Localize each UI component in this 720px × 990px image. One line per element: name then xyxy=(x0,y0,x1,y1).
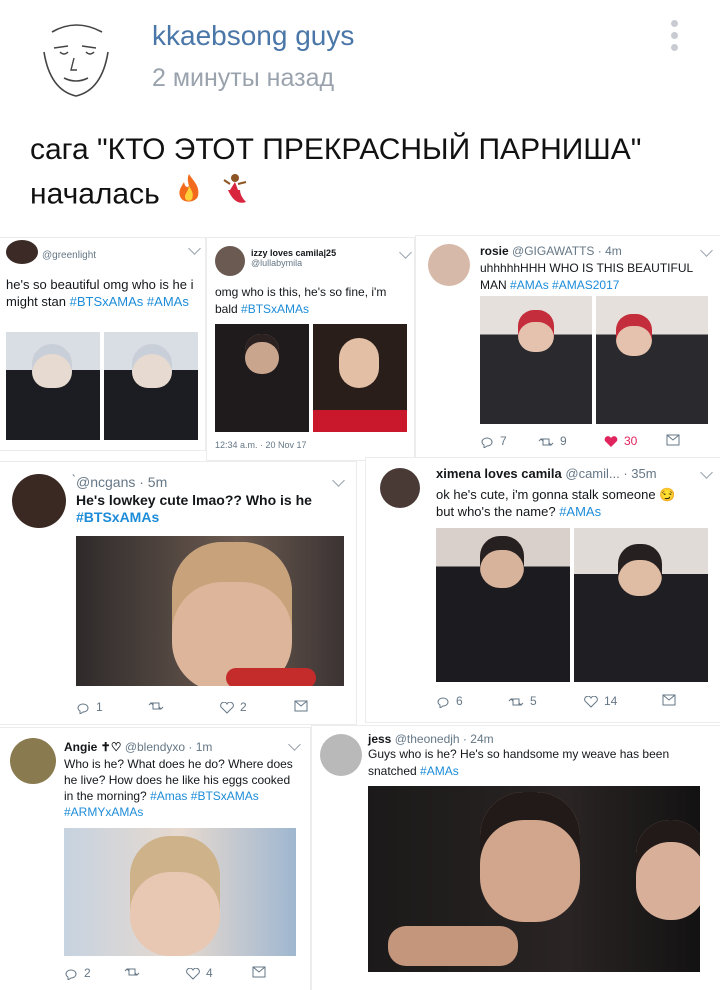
avatar[interactable] xyxy=(428,244,470,286)
tweet-photo[interactable] xyxy=(480,296,592,424)
tweet-card[interactable]: rosie @GIGAWATTS · 4m uhhhhhHHH WHO IS T… xyxy=(416,236,720,458)
tweet-card[interactable]: Angie ✝♡ @blendyxo · 1m Who is he? What … xyxy=(0,728,310,990)
tweet-photo[interactable] xyxy=(574,528,708,682)
tweet-author[interactable]: ximena loves camila xyxy=(436,466,562,481)
tweet-text: Guys who is he? He's so handsome my weav… xyxy=(368,747,670,778)
dancer-icon xyxy=(218,172,252,219)
chevron-down-icon[interactable] xyxy=(332,474,345,487)
avatar[interactable] xyxy=(380,468,420,508)
like-button[interactable]: 4 xyxy=(186,966,213,980)
tweet-handle[interactable]: @theonedjh · 24m xyxy=(395,732,494,746)
hashtag[interactable]: #BTSxAMAs xyxy=(76,509,159,525)
avatar[interactable] xyxy=(320,734,362,776)
tweet-card[interactable]: izzy loves camila|25 @lullabymila omg wh… xyxy=(207,238,414,460)
tweet-photo[interactable] xyxy=(104,332,198,440)
tweet-photo[interactable] xyxy=(313,324,407,432)
hashtag[interactable]: #AMAs xyxy=(147,294,189,309)
avatar[interactable] xyxy=(10,738,56,784)
tweet-handle[interactable]: @blendyxo · 1m xyxy=(125,740,213,754)
post-time[interactable]: 2 минуты назад xyxy=(152,64,334,93)
tweet-author[interactable]: jess xyxy=(368,732,391,746)
tweet-photo[interactable] xyxy=(368,786,700,972)
tweet-photo[interactable] xyxy=(596,296,708,424)
post-text-line2: началась xyxy=(30,177,160,211)
post-author[interactable]: kkaebsong guys xyxy=(152,20,354,52)
avatar[interactable] xyxy=(215,246,245,276)
tweet-handle[interactable]: @lullabymila xyxy=(251,258,302,268)
tweet-photo[interactable] xyxy=(436,528,570,682)
tweet-card[interactable]: ximena loves camila @camil... · 35m ok h… xyxy=(366,458,720,722)
hashtag[interactable]: #BTSxAMAs xyxy=(241,302,309,316)
tweet-handle[interactable]: @camil... · 35m xyxy=(565,466,656,481)
hashtag[interactable]: #Amas xyxy=(150,789,187,803)
retweet-button[interactable]: 9 xyxy=(538,434,567,448)
tweet-text: omg who is this, he's so fine, i'm bald … xyxy=(215,285,387,316)
reply-button[interactable]: 6 xyxy=(436,694,463,708)
like-button[interactable]: 14 xyxy=(584,694,617,708)
dm-icon[interactable] xyxy=(252,966,266,981)
tweet-handle[interactable]: ̀@ncgans · 5m xyxy=(76,474,167,490)
post-text: сага "КТО ЭТОТ ПРЕКРАСНЫЙ ПАРНИША" начал… xyxy=(30,128,690,219)
tweet-text: he's so beautiful omg who is he i might … xyxy=(6,277,194,309)
chevron-down-icon[interactable] xyxy=(399,246,412,259)
retweet-button[interactable] xyxy=(148,700,164,715)
hashtag[interactable]: #AMAs xyxy=(559,504,601,519)
chevron-down-icon[interactable] xyxy=(700,244,713,257)
tweet-text: ok he's cute, i'm gonna stalk someone 😏 … xyxy=(436,487,676,519)
avatar[interactable] xyxy=(6,240,38,264)
tweet-card[interactable]: @greenlight he's so beautiful omg who is… xyxy=(0,238,205,450)
tweet-text: He's lowkey cute lmao?? Who is he #BTSxA… xyxy=(76,492,312,525)
tweet-author[interactable]: Angie ✝♡ xyxy=(64,740,121,754)
tweet-photo[interactable] xyxy=(64,828,296,956)
tweet-card[interactable]: ̀@ncgans · 5m He's lowkey cute lmao?? Wh… xyxy=(0,462,356,724)
reply-button[interactable]: 1 xyxy=(76,700,103,714)
tweet-photo[interactable] xyxy=(6,332,100,440)
chevron-down-icon[interactable] xyxy=(188,242,201,255)
hashtag[interactable]: #AMAS2017 xyxy=(552,278,619,292)
post-avatar[interactable] xyxy=(30,12,122,104)
hashtag[interactable]: #ARMYxAMAs xyxy=(64,805,143,819)
tweet-handle[interactable]: @GIGAWATTS · 4m xyxy=(512,244,622,258)
reply-button[interactable]: 2 xyxy=(64,966,91,980)
chevron-down-icon[interactable] xyxy=(700,466,713,479)
tweet-actions: 6 5 14 xyxy=(436,694,706,710)
fire-icon xyxy=(172,172,206,219)
tweet-actions: 2 4 xyxy=(64,966,294,982)
like-button[interactable]: 30 xyxy=(604,434,637,448)
tweet-actions: 1 2 xyxy=(76,700,326,716)
dm-icon[interactable] xyxy=(294,700,308,715)
tweet-handle[interactable]: @greenlight xyxy=(42,250,96,261)
dm-icon[interactable] xyxy=(666,434,680,449)
chevron-down-icon[interactable] xyxy=(288,738,301,751)
tweet-timestamp: 12:34 a.m. · 20 Nov 17 xyxy=(215,440,307,450)
more-menu-icon[interactable] xyxy=(664,20,684,60)
dm-icon[interactable] xyxy=(662,694,676,709)
tweet-actions: 7 9 30 xyxy=(480,434,710,450)
retweet-button[interactable] xyxy=(124,966,140,981)
tweet-card[interactable]: jess @theonedjh · 24m Guys who is he? He… xyxy=(312,726,720,990)
tweet-author[interactable]: izzy loves camila|25 xyxy=(251,248,336,258)
tweet-text: Who is he? What does he do? Where does h… xyxy=(64,757,293,819)
hashtag[interactable]: #AMAs xyxy=(420,764,459,778)
tweet-photo[interactable] xyxy=(76,536,344,686)
retweet-button[interactable]: 5 xyxy=(508,694,537,708)
tweet-author[interactable]: rosie xyxy=(480,244,509,258)
reply-button[interactable]: 7 xyxy=(480,434,507,448)
smirk-icon: 😏 xyxy=(659,487,676,502)
hashtag[interactable]: #BTSxAMAs xyxy=(70,294,144,309)
tweet-text: uhhhhhHHH WHO IS THIS BEAUTIFUL MAN #AMA… xyxy=(480,261,693,292)
tweet-photo[interactable] xyxy=(215,324,309,432)
hashtag[interactable]: #AMAs xyxy=(510,278,549,292)
hashtag[interactable]: #BTSxAMAs xyxy=(191,789,259,803)
post-text-line1: сага "КТО ЭТОТ ПРЕКРАСНЫЙ ПАРНИША" xyxy=(30,133,642,166)
like-button[interactable]: 2 xyxy=(220,700,247,714)
avatar[interactable] xyxy=(12,474,66,528)
